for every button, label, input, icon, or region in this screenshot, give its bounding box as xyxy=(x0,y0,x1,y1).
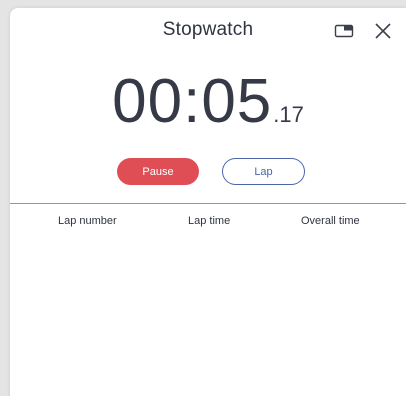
column-header-lap-time: Lap time xyxy=(188,215,231,227)
close-icon xyxy=(375,23,391,39)
pause-button[interactable]: Pause xyxy=(117,158,199,185)
picture-in-picture-icon xyxy=(334,24,354,38)
stopwatch-window: Stopwatch 00:05.17 Pause Lap Lap number … xyxy=(10,8,406,396)
column-header-overall-time: Overall time xyxy=(301,215,360,227)
elapsed-time-main: 00:05 xyxy=(112,67,273,136)
lap-list xyxy=(10,238,406,396)
close-button[interactable] xyxy=(372,20,394,42)
lap-table-header: Lap number Lap time Overall time xyxy=(10,215,406,233)
elapsed-time-centiseconds: .17 xyxy=(273,102,304,127)
lap-button[interactable]: Lap xyxy=(222,158,305,185)
title-bar: Stopwatch xyxy=(10,8,406,54)
divider xyxy=(10,203,406,204)
column-header-lap-number: Lap number xyxy=(58,215,117,227)
elapsed-time-display: 00:05.17 xyxy=(10,66,406,137)
picture-in-picture-button[interactable] xyxy=(333,20,355,42)
